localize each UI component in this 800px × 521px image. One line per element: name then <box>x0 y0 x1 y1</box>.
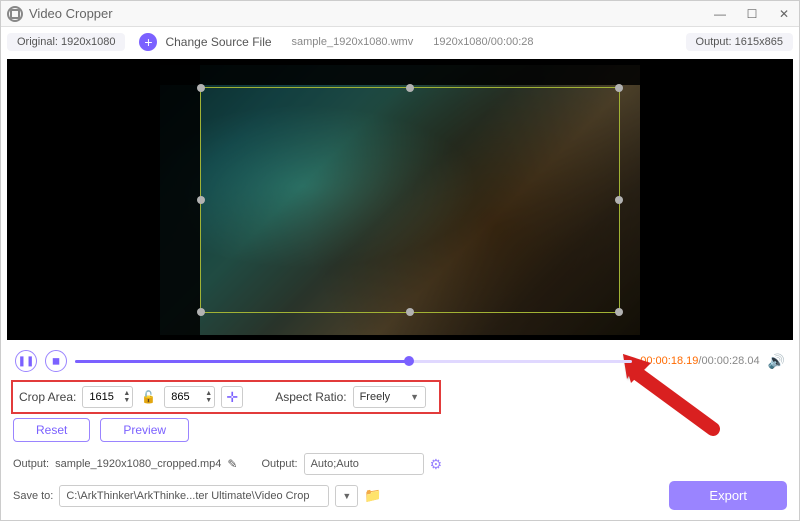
crop-height-field[interactable] <box>171 391 205 403</box>
chevron-down-icon: ▼ <box>342 491 351 501</box>
pause-button[interactable]: ❚❚ <box>15 350 37 372</box>
video-frame[interactable] <box>160 65 640 335</box>
crop-handle-mr[interactable] <box>615 196 623 204</box>
volume-icon[interactable]: 🔊 <box>768 353 785 370</box>
titlebar: Video Cropper — ☐ ✕ <box>1 1 799 27</box>
save-path-field[interactable]: C:\ArkThinker\ArkThinke...ter Ultimate\V… <box>59 485 329 507</box>
change-source-button[interactable]: Change Source File <box>165 35 271 49</box>
crop-handle-tm[interactable] <box>406 84 414 92</box>
seek-bar[interactable] <box>75 360 632 363</box>
lock-aspect-icon[interactable]: 🔓 <box>139 390 158 404</box>
source-filename: sample_1920x1080.wmv <box>292 36 414 48</box>
crop-height-input[interactable]: ▲▼ <box>164 386 215 408</box>
aspect-ratio-select[interactable]: Freely ▼ <box>353 386 426 408</box>
original-dimensions: Original: 1920x1080 <box>7 33 125 51</box>
playback-controls: ❚❚ ◼ 00:00:18.19/00:00:28.04 🔊 <box>1 342 799 380</box>
close-button[interactable]: ✕ <box>775 5 793 23</box>
chevron-down-icon: ▼ <box>410 392 419 402</box>
plus-icon[interactable]: + <box>139 33 157 51</box>
window-controls: — ☐ ✕ <box>711 5 793 23</box>
maximize-button[interactable]: ☐ <box>743 5 761 23</box>
save-to-label: Save to: <box>13 490 53 502</box>
time-display: 00:00:18.19/00:00:28.04 <box>640 355 759 367</box>
minimize-button[interactable]: — <box>711 5 729 23</box>
save-row: Save to: C:\ArkThinker\ArkThinke...ter U… <box>1 478 799 520</box>
reset-button[interactable]: Reset <box>13 418 90 442</box>
output-filename: sample_1920x1080_cropped.mp4 <box>55 458 221 470</box>
crop-handle-tl[interactable] <box>197 84 205 92</box>
crop-handle-bl[interactable] <box>197 308 205 316</box>
crop-settings-panel: Crop Area: ▲▼ 🔓 ▲▼ ✛ Aspect Ratio: Freel… <box>11 380 441 414</box>
crop-width-input[interactable]: ▲▼ <box>82 386 133 408</box>
output-settings-value: Auto;Auto <box>311 458 359 470</box>
window-title: Video Cropper <box>29 6 113 21</box>
stop-button[interactable]: ◼ <box>45 350 67 372</box>
aspect-ratio-value: Freely <box>360 391 391 403</box>
edit-filename-icon[interactable]: ✎ <box>227 457 237 471</box>
info-bar: Original: 1920x1080 + Change Source File… <box>1 27 799 57</box>
output-label: Output: <box>13 458 49 470</box>
source-dimensions-duration: 1920x1080/00:00:28 <box>433 36 533 48</box>
width-spinner[interactable]: ▲▼ <box>123 390 130 404</box>
gear-icon[interactable]: ⚙ <box>430 456 443 473</box>
current-time: 00:00:18.19 <box>640 355 698 367</box>
height-spinner[interactable]: ▲▼ <box>205 390 212 404</box>
output-settings-label: Output: <box>261 458 297 470</box>
total-time: /00:00:28.04 <box>698 355 759 367</box>
action-buttons: Reset Preview <box>1 414 799 450</box>
crop-area-label: Crop Area: <box>19 390 76 404</box>
crop-handle-br[interactable] <box>615 308 623 316</box>
crop-rectangle[interactable] <box>200 87 620 313</box>
app-window: Video Cropper — ☐ ✕ Original: 1920x1080 … <box>0 0 800 521</box>
output-row: Output: sample_1920x1080_cropped.mp4 ✎ O… <box>1 450 799 478</box>
crop-width-field[interactable] <box>89 391 123 403</box>
output-dimensions: Output: 1615x865 <box>686 33 793 51</box>
save-path-dropdown[interactable]: ▼ <box>335 485 358 507</box>
preview-button[interactable]: Preview <box>100 418 189 442</box>
crop-handle-ml[interactable] <box>197 196 205 204</box>
preview-area <box>7 59 793 340</box>
export-button[interactable]: Export <box>669 481 787 510</box>
crop-handle-tr[interactable] <box>615 84 623 92</box>
output-settings-field[interactable]: Auto;Auto <box>304 453 424 475</box>
save-path-value: C:\ArkThinker\ArkThinke...ter Ultimate\V… <box>66 490 309 502</box>
seek-thumb[interactable] <box>404 356 414 366</box>
open-folder-icon[interactable]: 📁 <box>364 487 381 504</box>
crop-handle-bm[interactable] <box>406 308 414 316</box>
app-icon <box>7 6 23 22</box>
aspect-ratio-label: Aspect Ratio: <box>275 390 346 404</box>
center-crop-icon[interactable]: ✛ <box>221 386 243 408</box>
